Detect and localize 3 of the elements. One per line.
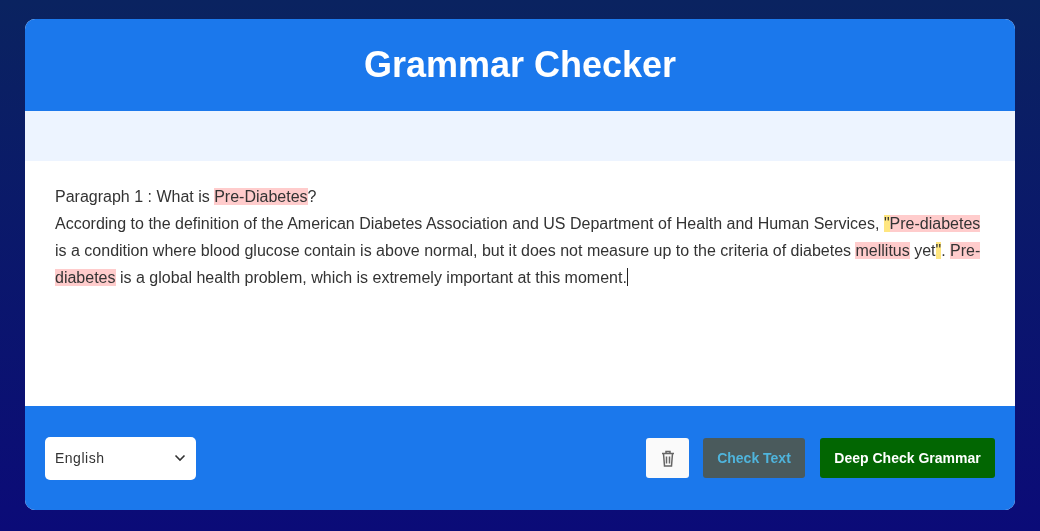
app-title: Grammar Checker [363,44,677,86]
paragraph-text: Paragraph 1 : What is Pre-Diabetes? [55,187,318,207]
paragraph-text: According to the definition of the American Diabetes Association and US Department of Health and Human Services, "Pre-diabetes is a condition where blood glucose contain is above normal, but it does not measure up to the criteria of diabetes mellitus yet". Pre-diabetes is a global health problem, which is extremely important at this moment. [55,214,982,288]
